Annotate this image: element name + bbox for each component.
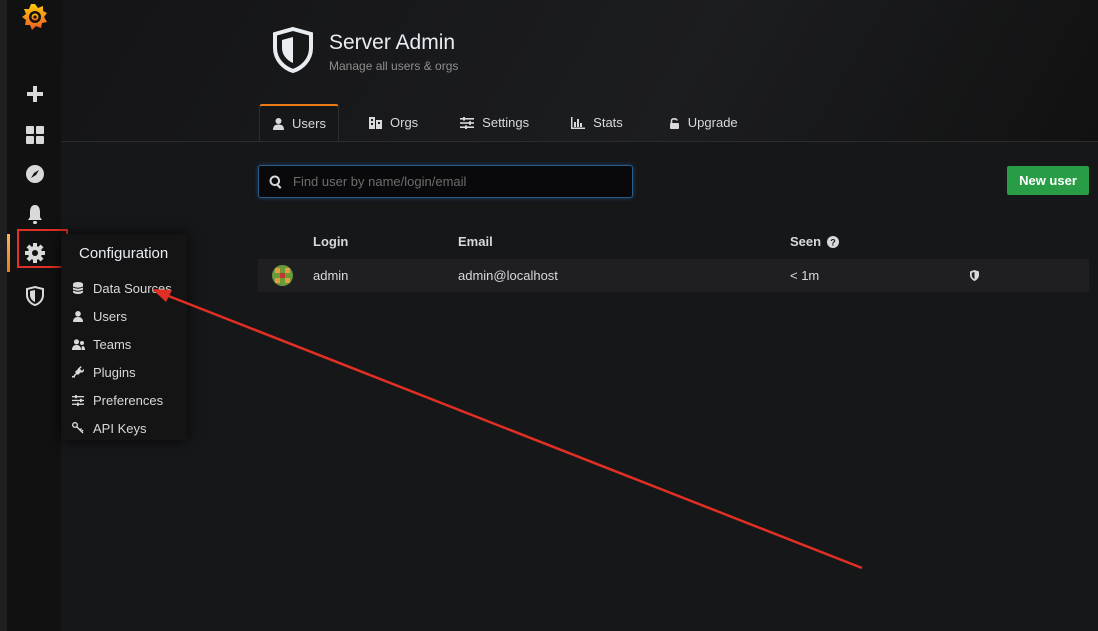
- user-search-box: [258, 165, 633, 198]
- table-row[interactable]: admin admin@localhost < 1m: [258, 259, 1089, 292]
- server-admin-shield-icon: [271, 26, 319, 74]
- tab-label: Settings: [482, 115, 530, 130]
- tab-orgs[interactable]: Orgs: [355, 104, 432, 141]
- explore-compass-icon[interactable]: [22, 161, 48, 187]
- menu-item-label: Preferences: [93, 392, 164, 408]
- menu-item-label: Plugins: [93, 364, 136, 380]
- tab-stats[interactable]: Stats: [557, 104, 637, 141]
- configuration-menu-title[interactable]: Configuration: [79, 245, 168, 262]
- users-icon: [71, 338, 85, 350]
- new-user-button[interactable]: New user: [1007, 166, 1089, 195]
- user-login: admin: [313, 268, 349, 283]
- search-input[interactable]: [291, 173, 615, 190]
- page-header: Server Admin Manage all users & orgs Use…: [61, 0, 1098, 142]
- sliders-icon: [460, 116, 475, 129]
- sliders-icon: [71, 394, 85, 406]
- svg-text:?: ?: [830, 237, 836, 247]
- server-admin-shield-icon[interactable]: [22, 283, 48, 309]
- sidebar: [0, 0, 61, 631]
- menu-item-label: Data Sources: [93, 280, 172, 296]
- menu-item-label: Teams: [93, 336, 132, 352]
- menu-item-preferences[interactable]: Preferences: [71, 390, 183, 410]
- page-title: Server Admin: [329, 31, 456, 54]
- tab-label: Users: [292, 116, 326, 131]
- menu-item-label: Users: [93, 308, 127, 324]
- column-header-email: Email: [458, 234, 493, 249]
- tab-upgrade[interactable]: Upgrade: [655, 104, 752, 141]
- menu-item-api-keys[interactable]: API Keys: [71, 418, 183, 438]
- column-header-seen-label: Seen: [790, 234, 822, 249]
- grafana-admin-shield-icon: [970, 269, 979, 284]
- menu-item-users[interactable]: Users: [71, 306, 183, 326]
- user-seen: < 1m: [790, 268, 820, 283]
- alerting-bell-icon[interactable]: [22, 201, 48, 227]
- tab-users[interactable]: Users: [259, 104, 339, 141]
- menu-item-teams[interactable]: Teams: [71, 334, 183, 354]
- key-icon: [71, 422, 85, 434]
- user-email: admin@localhost: [458, 268, 558, 283]
- building-icon: [369, 116, 382, 129]
- create-plus-icon[interactable]: [22, 81, 48, 107]
- dashboards-grid-icon[interactable]: [22, 122, 48, 148]
- database-icon: [71, 282, 85, 294]
- menu-item-data-sources[interactable]: Data Sources: [71, 278, 183, 298]
- menu-item-label: API Keys: [93, 420, 147, 436]
- avatar: [272, 265, 293, 286]
- sidebar-edge: [0, 0, 7, 631]
- tab-label: Stats: [593, 115, 623, 130]
- tab-label: Orgs: [390, 115, 419, 130]
- unlock-icon: [669, 117, 680, 129]
- column-header-login: Login: [313, 234, 349, 249]
- user-icon: [273, 117, 284, 130]
- menu-item-plugins[interactable]: Plugins: [71, 362, 183, 382]
- grafana-logo-icon[interactable]: [20, 2, 50, 32]
- tab-bar: Users Orgs Settings Stats Upgrade: [259, 104, 752, 141]
- tab-settings[interactable]: Settings: [446, 104, 543, 141]
- tab-label: Upgrade: [687, 115, 738, 130]
- user-icon: [71, 310, 85, 322]
- page-subtitle: Manage all users & orgs: [329, 59, 459, 73]
- help-icon[interactable]: ?: [827, 235, 840, 248]
- configuration-menu: Configuration Data Sources Users Teams P…: [61, 234, 187, 440]
- column-header-seen: Seen ?: [790, 234, 840, 249]
- sidebar-active-indicator: [7, 234, 10, 272]
- search-icon: [269, 175, 283, 189]
- bar-chart-icon: [571, 116, 586, 129]
- plug-icon: [71, 366, 85, 378]
